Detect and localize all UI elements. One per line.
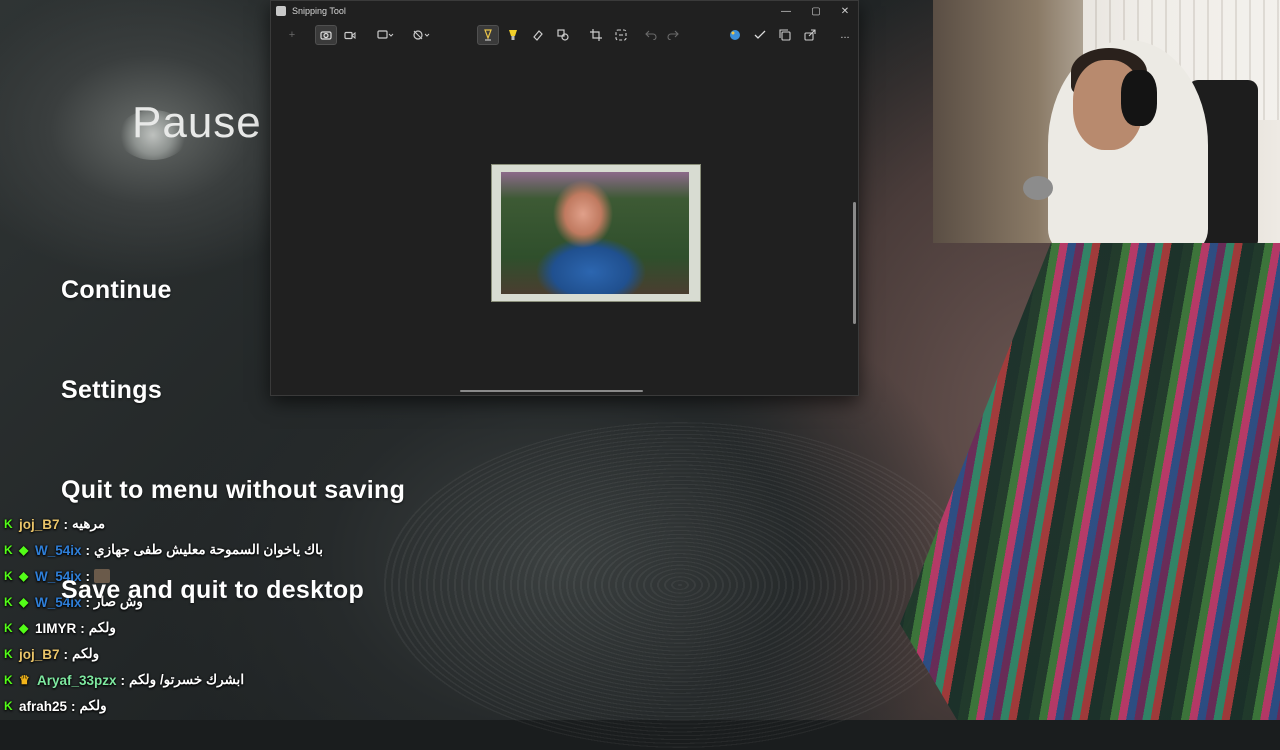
snipping-tool-titlebar: Snipping Tool — ▢ ✕ xyxy=(271,1,858,21)
undo-button[interactable] xyxy=(640,25,662,45)
camera-icon xyxy=(320,31,332,40)
crown-badge-icon: ♛ xyxy=(19,673,30,687)
horizontal-scrollbar[interactable] xyxy=(460,390,643,392)
eraser-icon xyxy=(533,30,543,41)
webcam-feed xyxy=(933,0,1280,243)
chat-message: K joj_B7 : ولكم xyxy=(4,646,100,662)
diamond-badge-icon: ◆ xyxy=(19,621,29,635)
close-button[interactable]: ✕ xyxy=(830,1,860,21)
delay-dropdown[interactable] xyxy=(407,25,437,45)
webcam-headset xyxy=(1121,70,1157,126)
snipping-tool-app-icon xyxy=(276,6,286,16)
video-icon xyxy=(344,31,356,39)
edit-in-paint-button[interactable] xyxy=(724,25,746,45)
pause-title: Pause xyxy=(132,98,262,147)
kick-badge-icon: K xyxy=(4,647,13,661)
diamond-badge-icon: ◆ xyxy=(19,569,29,583)
kick-badge-icon: K xyxy=(4,569,13,583)
captured-framed-photo xyxy=(491,164,701,302)
chat-username: afrah25 xyxy=(19,698,68,714)
chat-text: ولكم xyxy=(88,620,116,635)
video-mode-button[interactable] xyxy=(339,25,361,45)
share-icon xyxy=(804,29,816,41)
chat-username: joj_B7 xyxy=(19,516,60,532)
chat-text: باك ياخوان السموحة معليش طفى جهازي xyxy=(94,542,323,557)
chat-username: W_54ix xyxy=(35,542,82,558)
shapes-button[interactable] xyxy=(552,25,574,45)
quit-to-menu-button[interactable]: Quit to menu without saving xyxy=(61,476,405,505)
save-check-button[interactable] xyxy=(749,25,771,45)
kick-badge-icon: K xyxy=(4,595,13,609)
highlighter-icon xyxy=(509,30,517,40)
paint-icon xyxy=(730,30,740,40)
minimize-button[interactable]: — xyxy=(771,1,801,21)
kick-badge-icon: K xyxy=(4,543,13,557)
kick-badge-icon: K xyxy=(4,621,13,635)
copy-button[interactable] xyxy=(774,25,796,45)
chat-text: مرهيه xyxy=(72,516,106,531)
redo-icon xyxy=(667,30,679,40)
window-title: Snipping Tool xyxy=(292,6,346,16)
chat-message: K ◆ 1IMYR : ولكم xyxy=(4,620,116,636)
check-icon xyxy=(754,30,766,39)
text-actions-icon xyxy=(615,29,627,41)
chat-text: ولكم xyxy=(79,698,107,713)
kick-badge-icon: K xyxy=(4,673,13,687)
webcam-microphone xyxy=(1023,176,1053,200)
crop-button[interactable] xyxy=(585,25,607,45)
crop-icon xyxy=(590,29,602,41)
background-fingerprint-texture xyxy=(380,420,980,750)
snip-shape-dropdown[interactable] xyxy=(371,25,401,45)
chat-username: Aryaf_33pzx xyxy=(37,672,117,688)
redo-button[interactable] xyxy=(662,25,684,45)
kick-badge-icon: K xyxy=(4,699,13,713)
undo-icon xyxy=(645,30,657,40)
more-options-button[interactable]: ... xyxy=(834,25,856,45)
share-button[interactable] xyxy=(799,25,821,45)
text-actions-button[interactable] xyxy=(610,25,632,45)
chat-username: 1IMYR xyxy=(35,620,77,636)
settings-button[interactable]: Settings xyxy=(61,376,162,405)
chat-message: K joj_B7 : مرهيه xyxy=(4,516,106,532)
chat-message: K ◆ W_54ix : باك ياخوان السموحة معليش طف… xyxy=(4,542,323,558)
ballpoint-pen-button[interactable] xyxy=(477,25,499,45)
continue-button[interactable]: Continue xyxy=(61,276,172,305)
chat-text: ابشرك خسرتو/ ولكم xyxy=(129,672,245,687)
snip-canvas[interactable] xyxy=(271,49,858,395)
diamond-badge-icon: ◆ xyxy=(19,595,29,609)
save-and-quit-button[interactable]: Save and quit to desktop xyxy=(61,576,364,605)
screenshot-mode-button[interactable] xyxy=(315,25,337,45)
highlighter-button[interactable] xyxy=(502,25,524,45)
copy-icon xyxy=(779,29,791,41)
shapes-icon xyxy=(557,29,569,41)
chat-text: ولكم xyxy=(72,646,100,661)
no-delay-icon xyxy=(413,30,430,40)
chat-username: joj_B7 xyxy=(19,646,60,662)
diamond-badge-icon: ◆ xyxy=(19,543,29,557)
rectangle-snip-icon xyxy=(377,30,394,39)
photo-content xyxy=(501,172,689,294)
chat-message: K afrah25 : ولكم xyxy=(4,698,107,714)
new-snip-button[interactable]: + xyxy=(281,25,303,45)
chat-message: K ♛ Aryaf_33pzx : ابشرك خسرتو/ ولكم xyxy=(4,672,245,688)
kick-badge-icon: K xyxy=(4,517,13,531)
snipping-tool-toolbar: + ... xyxy=(271,21,858,49)
vertical-scrollbar[interactable] xyxy=(853,202,856,324)
eraser-button[interactable] xyxy=(527,25,549,45)
maximize-button[interactable]: ▢ xyxy=(801,1,831,21)
snipping-tool-window: Snipping Tool — ▢ ✕ + ... xyxy=(270,0,859,396)
pen-icon xyxy=(484,29,492,41)
